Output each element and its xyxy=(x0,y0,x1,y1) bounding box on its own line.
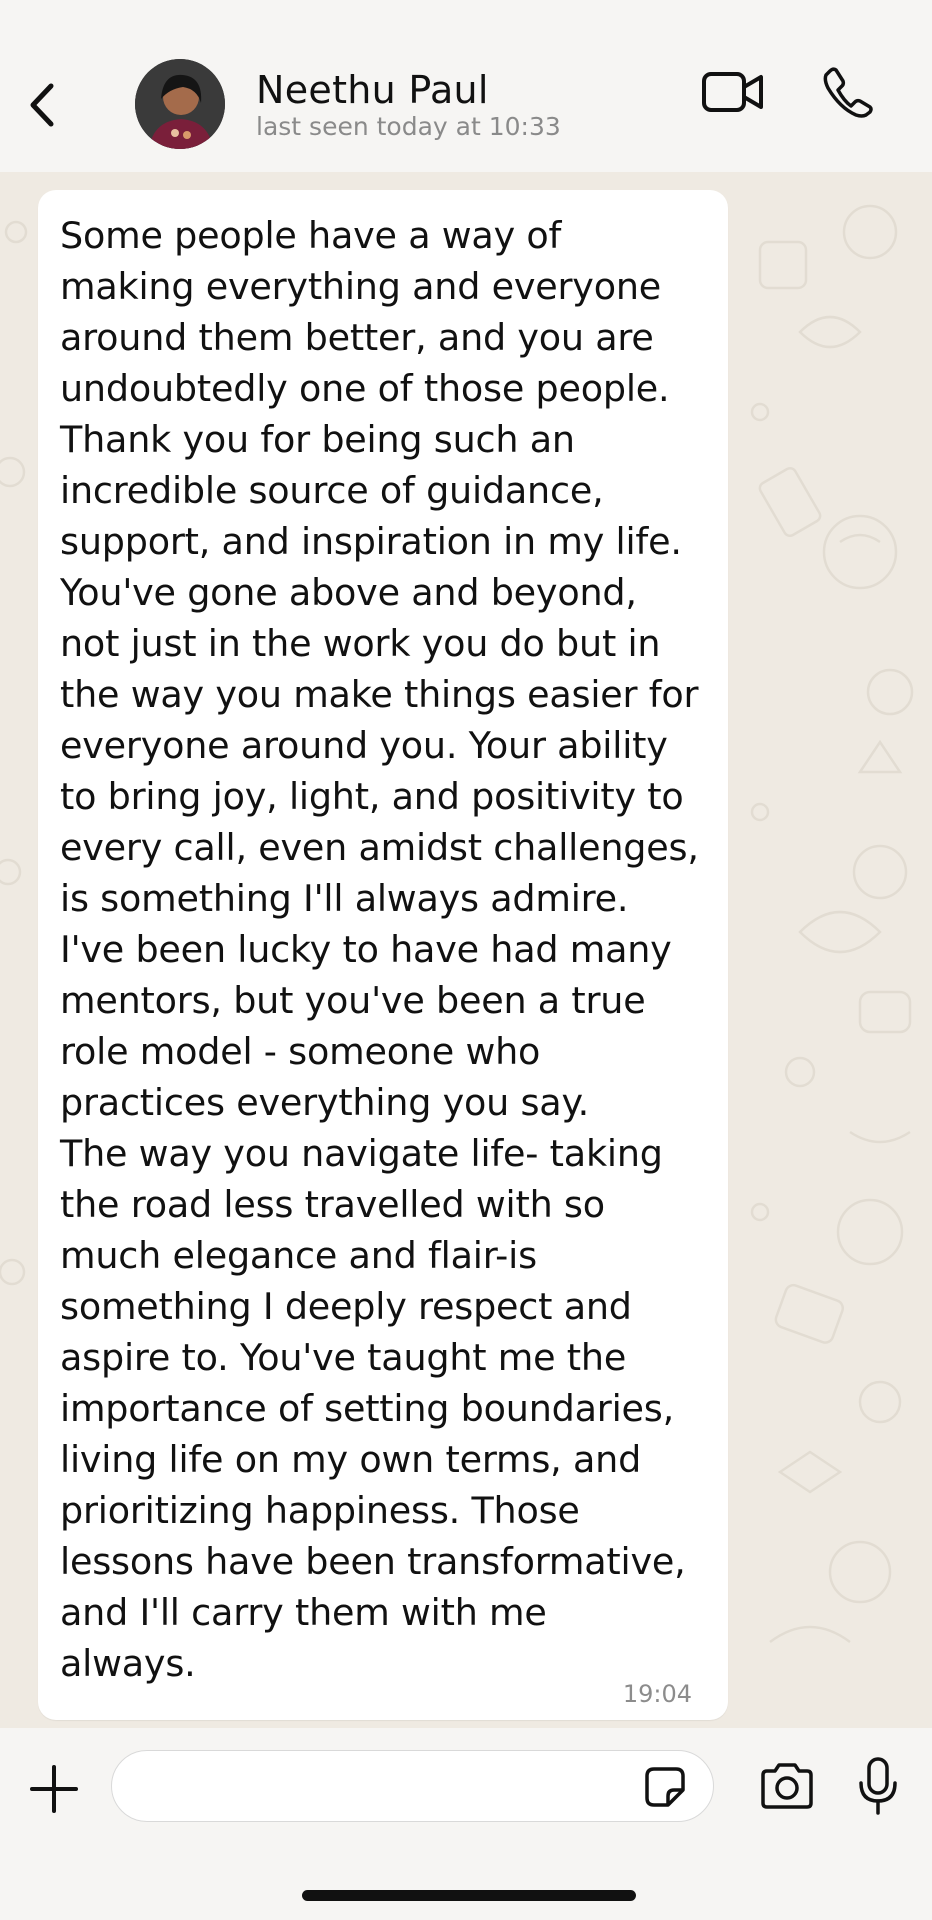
last-seen-status: last seen today at 10:33 xyxy=(256,112,561,141)
microphone-button[interactable] xyxy=(856,1756,900,1816)
chat-header: Neethu Paul last seen today at 10:33 xyxy=(0,0,932,172)
avatar[interactable] xyxy=(135,59,225,149)
message-timestamp: 19:04 xyxy=(622,1680,692,1708)
attach-button[interactable] xyxy=(26,1761,82,1817)
video-camera-icon xyxy=(702,72,763,112)
back-button[interactable] xyxy=(14,74,70,136)
video-call-button[interactable] xyxy=(700,66,766,118)
chat-area[interactable]: Some people have a way of making everyth… xyxy=(0,172,932,1728)
message-text: Some people have a way of making everyth… xyxy=(60,214,699,1685)
plus-icon xyxy=(30,1765,78,1813)
home-indicator xyxy=(302,1890,636,1901)
voice-call-button[interactable] xyxy=(818,62,878,122)
avatar-image xyxy=(135,59,225,149)
chat-screen: Neethu Paul last seen today at 10:33 Som… xyxy=(0,0,932,1920)
sticker-icon xyxy=(645,1767,685,1807)
message-input-container xyxy=(111,1750,714,1822)
message-input[interactable] xyxy=(130,1761,630,1813)
camera-icon xyxy=(761,1763,813,1809)
sticker-button[interactable] xyxy=(643,1765,687,1809)
composer-bar xyxy=(0,1728,932,1920)
microphone-icon xyxy=(859,1757,897,1815)
phone-icon xyxy=(823,67,873,118)
chevron-left-icon xyxy=(30,83,54,127)
camera-button[interactable] xyxy=(758,1760,816,1812)
message-bubble[interactable]: Some people have a way of making everyth… xyxy=(38,190,728,1720)
contact-name[interactable]: Neethu Paul xyxy=(256,68,489,112)
